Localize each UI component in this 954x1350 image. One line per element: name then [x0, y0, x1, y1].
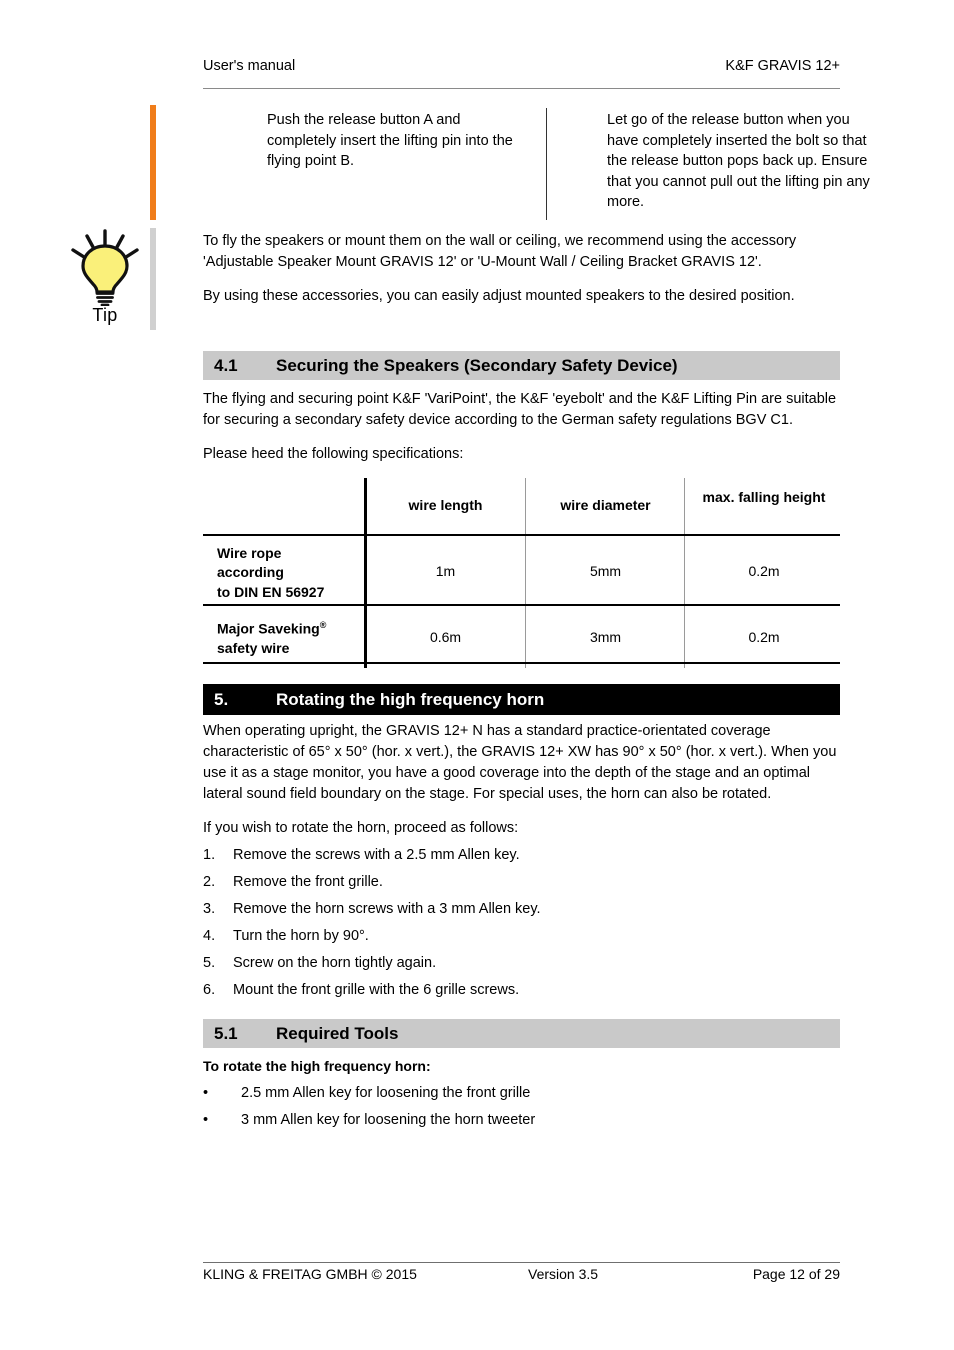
table-hline-row2	[203, 662, 840, 664]
header-left-text: User's manual	[203, 58, 296, 74]
bullet-marker-2: •	[203, 1112, 209, 1128]
header-divider-rule	[203, 88, 840, 89]
section-5-paragraph-2: If you wish to rotate the horn, proceed …	[203, 820, 519, 837]
step-text-1: Remove the screws with a 2.5 mm Allen ke…	[233, 847, 520, 863]
section-4-1-title: Securing the Speakers (Secondary Safety …	[276, 355, 678, 375]
step-marker-5: 5.	[203, 955, 216, 971]
bullet-text-2: 3 mm Allen key for loosening the horn tw…	[241, 1112, 536, 1128]
table-hline-row1	[203, 604, 840, 606]
required-tools-lead: To rotate the high frequency horn:	[203, 1058, 431, 1074]
section-5-body: When operating upright, the GRAVIS 12+ N…	[203, 721, 840, 839]
rotation-steps-list: 1. Remove the screws with a 2.5 mm Allen…	[203, 842, 840, 1004]
step-text-4: Turn the horn by 90°.	[233, 928, 369, 944]
table-hline-header	[203, 534, 840, 536]
table-row-1-label-line3: to DIN EN 56927	[217, 583, 325, 600]
column-divider-line	[546, 108, 548, 220]
step-marker-6: 6.	[203, 982, 216, 998]
tip-paragraph-1: To fly the speakers or mount them on the…	[203, 233, 797, 271]
section-4-1-paragraph-2: Please heed the following specifications…	[203, 446, 464, 463]
list-item: • 3 mm Allen key for loosening the horn …	[203, 1107, 840, 1134]
specification-table: wire length wire diameter max. falling h…	[203, 478, 840, 668]
step-marker-4: 4.	[203, 928, 216, 944]
step-marker-1: 1.	[203, 847, 216, 863]
step-text-5: Screw on the horn tightly again.	[233, 955, 437, 971]
table-row-2-value-1: 0.6m	[429, 629, 462, 645]
footer-page-number: Page 12 of 29	[752, 1266, 840, 1282]
table-col-header-wire-diameter: wire diameter	[560, 497, 651, 513]
step-text-3: Remove the horn screws with a 3 mm Allen…	[233, 901, 541, 917]
table-row-1-value-1: 1m	[435, 563, 456, 579]
tip-label: Tip	[92, 305, 118, 325]
section-5-title: Rotating the high frequency horn	[276, 689, 545, 709]
table-row-1-value-2: 5mm	[589, 563, 622, 579]
bullet-text-1: 2.5 mm Allen key for loosening the front…	[241, 1085, 531, 1101]
footer-divider-rule	[203, 1262, 840, 1263]
orange-accent-bar	[150, 105, 156, 220]
step-marker-2: 2.	[203, 874, 216, 890]
header-right-text: K&F GRAVIS 12+	[725, 58, 840, 74]
table-vline-2	[525, 478, 526, 668]
section-5-paragraph-1: When operating upright, the GRAVIS 12+ N…	[203, 723, 837, 803]
section-5-number: 5.	[214, 689, 229, 709]
table-row-2-label-line1: Major Saveking	[217, 620, 320, 637]
section-4-1-paragraph-1: The flying and securing point K&F 'VariP…	[203, 391, 837, 429]
footer-version: Version 3.5	[528, 1266, 599, 1282]
instruction-column-left: Push the release button A and completely…	[267, 112, 513, 170]
step-text-2: Remove the front grille.	[233, 874, 383, 890]
required-tools-list: • 2.5 mm Allen key for loosening the fro…	[203, 1080, 840, 1134]
section-4-1-number: 4.1	[214, 355, 238, 375]
table-vline-3	[684, 478, 685, 668]
list-item: 2. Remove the front grille.	[203, 869, 840, 896]
page-footer: KLING & FREITAG GMBH © 2015 Version 3.5 …	[203, 1266, 840, 1290]
table-row-1-label-line1: Wire rope	[217, 545, 282, 561]
footer-copyright: KLING & FREITAG GMBH © 2015	[203, 1266, 417, 1282]
list-item: 3. Remove the horn screws with a 3 mm Al…	[203, 896, 840, 923]
list-item: 4. Turn the horn by 90°.	[203, 923, 840, 950]
list-item: 5. Screw on the horn tightly again.	[203, 950, 840, 977]
table-row-1-value-3: 0.2m	[748, 563, 780, 579]
table-row-2-value-3: 0.2m	[748, 629, 780, 645]
section-heading-5: 5. Rotating the high frequency horn	[203, 684, 840, 715]
table-col-header-wire-length: wire length	[408, 497, 483, 513]
table-vline-1	[364, 478, 367, 668]
page-header: User's manual K&F GRAVIS 12+	[203, 58, 840, 88]
section-4-1-body: The flying and securing point K&F 'VariP…	[203, 389, 840, 465]
instruction-columns: Push the release button A and completely…	[203, 110, 870, 222]
step-text-6: Mount the front grille with the 6 grille…	[233, 982, 520, 998]
section-heading-4-1: 4.1 Securing the Speakers (Secondary Saf…	[203, 351, 840, 380]
list-item: 1. Remove the screws with a 2.5 mm Allen…	[203, 842, 840, 869]
list-item: • 2.5 mm Allen key for loosening the fro…	[203, 1080, 840, 1107]
table-row-2-value-2: 3mm	[589, 629, 622, 645]
list-item: 6. Mount the front grille with the 6 gri…	[203, 977, 840, 1004]
table-row-2-label-line2: safety wire	[217, 639, 290, 656]
document-page: User's manual K&F GRAVIS 12+ Push the re…	[0, 0, 954, 1350]
tip-body: To fly the speakers or mount them on the…	[203, 231, 840, 307]
table-col-header-max-falling-height: max. falling height	[688, 488, 840, 507]
gray-accent-bar	[150, 228, 156, 330]
bullet-marker-1: •	[203, 1085, 209, 1101]
tip-paragraph-2: By using these accessories, you can easi…	[203, 288, 795, 305]
table-col-header-max-falling-height-line1: max. falling height	[702, 489, 826, 505]
section-heading-5-1: 5.1 Required Tools	[203, 1019, 840, 1048]
registered-mark-icon: ®	[319, 620, 327, 630]
section-5-1-number: 5.1	[214, 1023, 238, 1043]
step-marker-3: 3.	[203, 901, 216, 917]
table-row-1-label: Wire rope according to DIN EN 56927	[217, 544, 357, 602]
table-row-2-label: Major Saveking® safety wire	[217, 619, 362, 658]
section-5-1-title: Required Tools	[276, 1023, 399, 1043]
instruction-column-right: Let go of the release button when you ha…	[607, 112, 870, 211]
table-row-1-label-line2: according	[217, 564, 284, 581]
